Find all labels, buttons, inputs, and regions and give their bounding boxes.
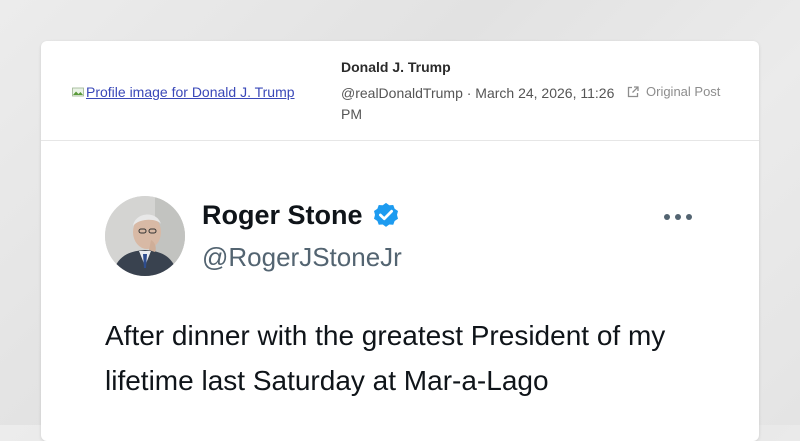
avatar-image [105,196,185,276]
tweet-author-handle[interactable]: @RogerJStoneJr [202,242,402,273]
original-post-link[interactable]: Original Post [626,84,720,99]
post-header: Profile image for Donald J. Trump Donald… [41,41,759,141]
author-name[interactable]: Donald J. Trump [341,59,623,75]
avatar[interactable] [105,196,185,276]
more-dot [664,214,670,220]
tweet-author-name[interactable]: Roger Stone [202,200,363,231]
broken-image-icon [72,87,84,97]
embedded-tweet: Roger Stone @RogerJStoneJr After dinner … [41,141,759,441]
author-meta: Donald J. Trump @realDonaldTrump · March… [341,59,623,125]
profile-image-link[interactable]: Profile image for Donald J. Trump [72,84,330,100]
more-dot [675,214,681,220]
original-post-label[interactable]: Original Post [646,84,720,99]
author-handle-and-date: @realDonaldTrump · March 24, 2026, 11:26… [341,85,615,122]
truth-social-post-card: Profile image for Donald J. Trump Donald… [41,41,759,441]
profile-image-alt-text[interactable]: Profile image for Donald J. Trump [86,84,295,100]
more-dot [686,214,692,220]
external-link-icon [627,85,639,97]
tweet-author-row: Roger Stone [202,200,401,231]
tweet-text: After dinner with the greatest President… [105,320,666,396]
verified-badge-icon [373,202,398,227]
more-options-icon[interactable] [664,209,700,225]
